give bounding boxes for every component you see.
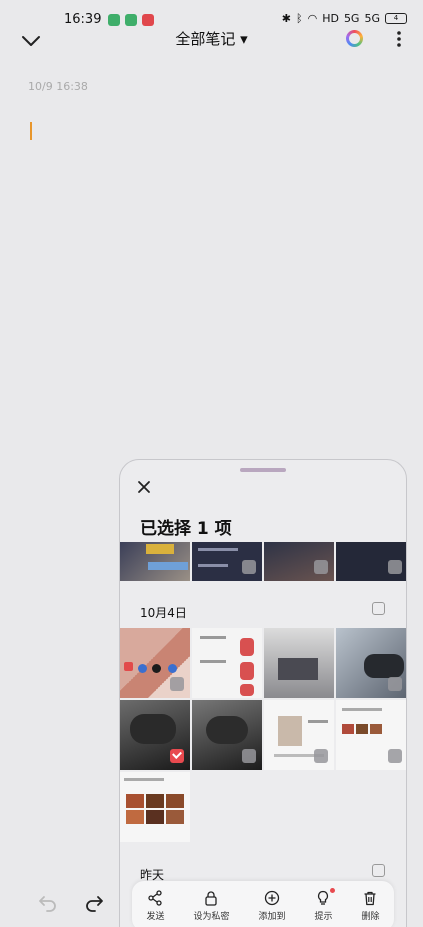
notification-icon <box>142 14 154 26</box>
notification-dot <box>329 888 335 893</box>
wifi-icon: ◠ <box>307 12 318 25</box>
trash-icon <box>364 891 376 906</box>
photo-thumbnail[interactable] <box>120 628 190 698</box>
photo-thumbnail[interactable] <box>192 700 262 770</box>
status-time: 16:39 <box>64 12 102 27</box>
status-icons: ✱ ᛒ ◠ HD 5G 5G 4 <box>282 12 407 25</box>
photo-thumbnail[interactable] <box>192 542 262 581</box>
set-private-button[interactable]: 设为私密 <box>193 890 230 922</box>
drag-handle[interactable] <box>240 468 286 472</box>
photo-thumbnail[interactable] <box>120 700 190 770</box>
photo-thumbnail[interactable] <box>264 542 334 581</box>
select-checkbox[interactable] <box>242 749 256 763</box>
share-icon <box>148 890 163 906</box>
battery-icon: 4 <box>385 13 407 24</box>
section-select-checkbox[interactable] <box>372 864 385 877</box>
photo-thumbnail[interactable] <box>120 542 190 581</box>
add-to-label: 添加到 <box>258 912 286 922</box>
select-checkbox[interactable] <box>314 749 328 763</box>
select-checkbox[interactable] <box>242 560 256 574</box>
notification-icon <box>125 14 137 26</box>
photo-thumbnail[interactable] <box>264 628 334 698</box>
section-select-checkbox[interactable] <box>372 602 385 615</box>
lock-icon <box>205 891 218 906</box>
tip-button[interactable]: 提示 <box>314 888 335 922</box>
signal-icon: 5G <box>343 12 360 25</box>
select-checkbox[interactable] <box>314 560 328 574</box>
delete-button[interactable]: 删除 <box>361 890 380 922</box>
notification-icon <box>108 14 120 26</box>
tip-label: 提示 <box>314 912 333 922</box>
add-to-button[interactable]: 添加到 <box>258 890 286 922</box>
color-theme-icon[interactable] <box>346 30 363 47</box>
bluetooth-icon: ᛒ <box>295 12 303 25</box>
select-checkbox[interactable] <box>388 677 402 691</box>
photo-thumbnail[interactable] <box>264 700 334 770</box>
select-checkbox-selected[interactable] <box>170 749 184 763</box>
date-section-label: 10月4日 <box>140 606 187 620</box>
send-button[interactable]: 发送 <box>146 890 165 922</box>
select-checkbox[interactable] <box>388 749 402 763</box>
photo-picker-sheet: 已选择 1 项 10月4日 昨天 发送 设为私密 添加到 提示 删除 <box>119 459 407 927</box>
vibrate-icon: ✱ <box>281 12 291 25</box>
photo-thumbnail[interactable] <box>336 628 406 698</box>
redo-icon[interactable] <box>84 893 104 913</box>
set-private-label: 设为私密 <box>193 912 230 922</box>
close-icon[interactable] <box>137 480 151 494</box>
select-checkbox[interactable] <box>388 560 402 574</box>
photo-thumbnail[interactable] <box>336 542 406 581</box>
add-circle-icon <box>264 890 280 906</box>
send-label: 发送 <box>146 912 165 922</box>
photo-thumbnail[interactable] <box>336 700 406 770</box>
photo-thumbnail[interactable] <box>192 628 262 698</box>
delete-label: 删除 <box>361 912 380 922</box>
hd-icon: HD <box>322 12 339 25</box>
note-date: 10/9 16:38 <box>28 80 88 93</box>
selection-count-title: 已选择 1 项 <box>140 519 232 539</box>
action-toolbar: 发送 设为私密 添加到 提示 删除 <box>132 881 394 927</box>
undo-icon[interactable] <box>38 893 58 913</box>
more-icon[interactable] <box>393 30 405 48</box>
text-cursor[interactable] <box>30 122 32 140</box>
photo-thumbnail[interactable] <box>120 772 190 842</box>
select-checkbox[interactable] <box>170 677 184 691</box>
signal-icon: 5G <box>364 12 380 25</box>
lightbulb-icon <box>318 890 329 905</box>
